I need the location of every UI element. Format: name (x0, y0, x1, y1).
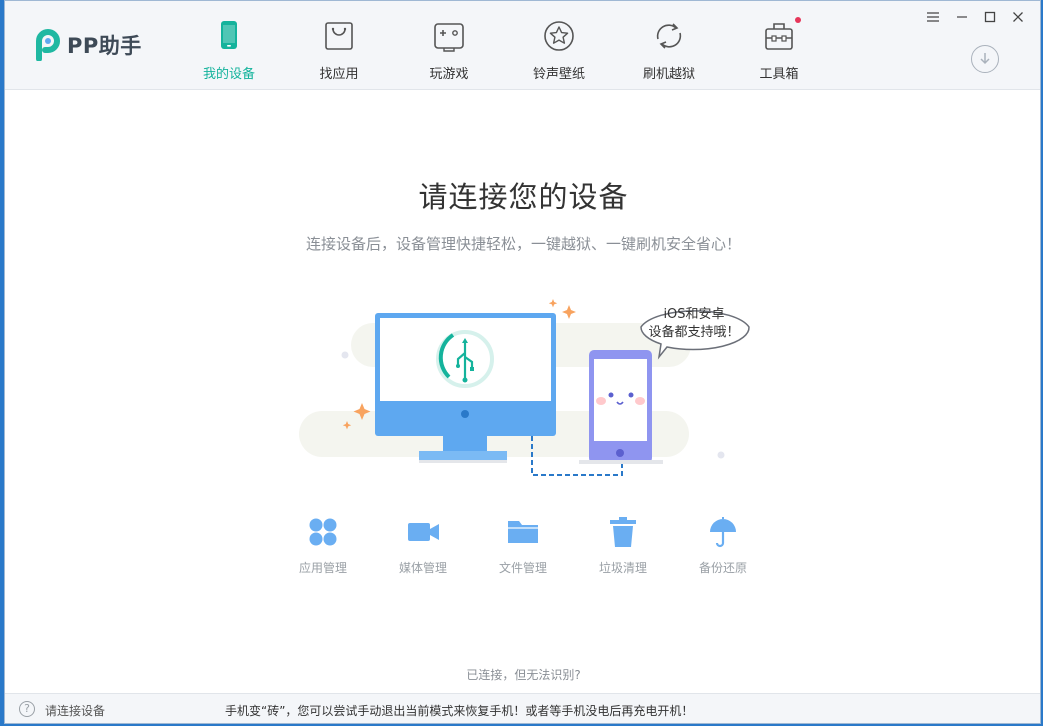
menu-icon (927, 12, 939, 22)
connected-not-recognized-link[interactable]: 已连接，但无法识别? (5, 666, 1040, 683)
close-icon (1013, 12, 1023, 22)
nav-label: 铃声壁纸 (532, 67, 585, 82)
feature-label: 垃圾清理 (598, 561, 647, 575)
bubble-line-2: 设备都支持哦！ (648, 324, 739, 340)
feature-media-management: 媒体管理 (383, 515, 463, 576)
bubble-line-1: iOS和安卓 (663, 307, 724, 322)
page-title: 请连接您的设备 (418, 180, 629, 214)
maximize-icon (984, 11, 996, 23)
nav-label: 我的设备 (202, 67, 255, 82)
feature-junk-cleanup: 垃圾清理 (583, 515, 663, 576)
minimize-icon (957, 16, 967, 18)
feature-file-management: 文件管理 (483, 515, 563, 576)
nav-label: 工具箱 (759, 67, 799, 82)
feature-label: 媒体管理 (398, 561, 447, 575)
feature-label: 文件管理 (498, 561, 547, 575)
video-camera-icon (408, 523, 439, 541)
logo-text: PP助手 (67, 34, 142, 58)
nav-ringtones-wallpapers[interactable]: 铃声壁纸 (504, 19, 614, 83)
nav-label: 找应用 (319, 67, 359, 82)
gamepad-icon (434, 23, 464, 52)
star-icon (544, 21, 574, 51)
status-bar: ? 请连接设备 手机变“砖”，您可以尝试手动退出当前模式来恢复手机！或者等手机没… (5, 693, 1040, 723)
feature-app-management: 应用管理 (283, 515, 363, 576)
toolbox-icon (765, 23, 793, 50)
notification-badge (795, 17, 801, 23)
status-tip: 手机变“砖”，您可以尝试手动退出当前模式来恢复手机！或者等手机没电后再充电开机！ (225, 704, 694, 718)
nav-label: 玩游戏 (429, 67, 469, 82)
page-subtitle: 连接设备后，设备管理快捷轻松，一键越狱、一键刷机安全省心！ (305, 235, 741, 253)
folder-icon (508, 521, 538, 543)
refresh-icon (656, 23, 682, 49)
minimize-button[interactable] (951, 7, 973, 27)
grid-icon (309, 518, 337, 546)
umbrella-icon (710, 517, 736, 548)
connect-device-illustration: iOS和安卓 设备都支持哦！ (299, 299, 750, 476)
nav-toolbox[interactable]: 工具箱 (724, 19, 834, 83)
feature-label: 备份还原 (698, 561, 747, 575)
trash-icon (610, 517, 636, 547)
nav-my-device[interactable]: 我的设备 (174, 19, 284, 83)
shopping-bag-icon (325, 22, 353, 50)
pp-logo-icon (36, 29, 60, 61)
header: PP助手 我的设备 找应用 玩游戏 铃声壁纸 刷机越狱 工具箱 (5, 1, 1040, 90)
nav-games[interactable]: 玩游戏 (394, 19, 504, 83)
help-icon[interactable]: ? (19, 701, 35, 717)
nav-flash-jailbreak[interactable]: 刷机越狱 (614, 19, 724, 83)
download-button[interactable] (971, 45, 999, 73)
menu-button[interactable] (922, 7, 944, 27)
maximize-button[interactable] (979, 7, 1001, 27)
feature-label: 应用管理 (298, 561, 347, 575)
connection-status: 请连接设备 (45, 704, 106, 718)
nav-label: 刷机越狱 (642, 67, 695, 82)
close-button[interactable] (1007, 7, 1029, 27)
feature-backup-restore: 备份还原 (683, 515, 763, 576)
app-window: PP助手 我的设备 找应用 玩游戏 铃声壁纸 刷机越狱 工具箱 请连接您的设备 … (4, 0, 1041, 724)
nav-find-apps[interactable]: 找应用 (284, 19, 394, 83)
download-icon (980, 53, 990, 65)
phone-icon (221, 21, 237, 49)
logo[interactable]: PP助手 (31, 29, 142, 61)
